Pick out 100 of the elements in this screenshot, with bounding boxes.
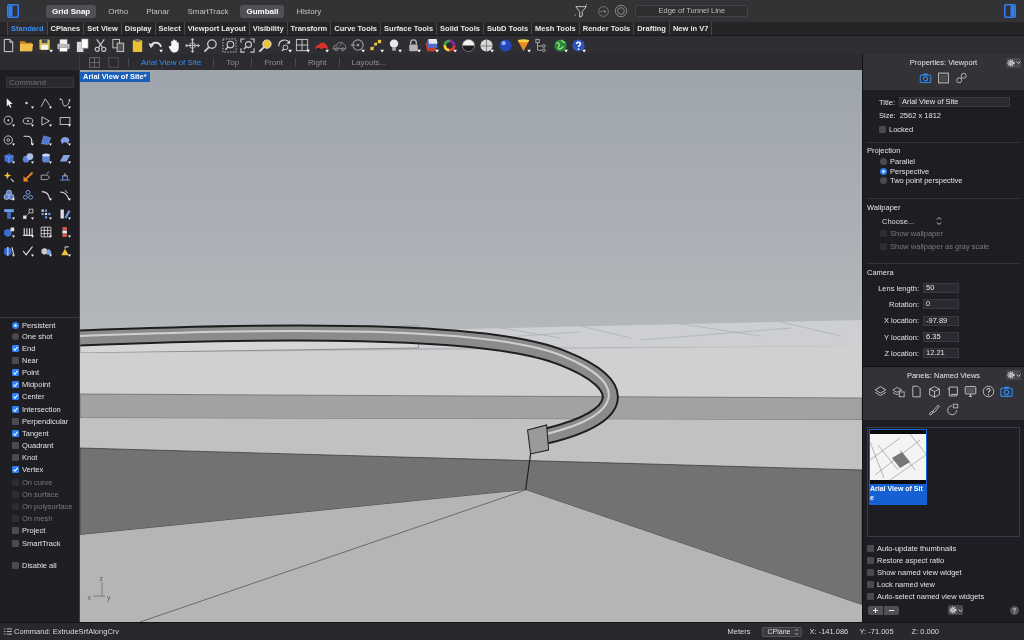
cube-icon[interactable] <box>928 384 941 398</box>
circle-page-icon[interactable] <box>946 402 959 416</box>
monitor-icon[interactable] <box>964 384 977 398</box>
globe-icon[interactable] <box>552 37 568 53</box>
bracket-icon[interactable] <box>58 170 71 183</box>
layers-icon[interactable] <box>424 37 439 53</box>
command-field[interactable]: Command <box>6 77 74 88</box>
box-icon[interactable] <box>3 152 16 165</box>
rotate-view-icon[interactable] <box>276 37 292 53</box>
check-icon[interactable] <box>21 244 34 257</box>
page-icon[interactable] <box>910 384 923 398</box>
checkbox[interactable] <box>12 405 19 413</box>
layers-icon[interactable] <box>874 384 887 398</box>
radio-button[interactable] <box>880 177 887 185</box>
view-tab[interactable]: Layouts... <box>338 57 399 67</box>
grid-icon[interactable] <box>40 226 53 239</box>
checkbox[interactable] <box>12 417 19 425</box>
zoom-window-icon[interactable] <box>221 37 237 53</box>
checkbox[interactable] <box>12 561 19 569</box>
mode-toggle-button[interactable]: Planar <box>140 4 176 18</box>
radio-button[interactable] <box>12 333 19 340</box>
gear-menu-button[interactable] <box>1006 57 1021 68</box>
list-icon[interactable] <box>4 628 12 635</box>
three-circles-icon[interactable] <box>3 189 16 202</box>
view-tab[interactable]: Right <box>294 57 339 67</box>
tag-icon[interactable] <box>40 170 53 183</box>
zoom-icon[interactable] <box>203 37 219 53</box>
camera-icon[interactable] <box>1000 384 1013 398</box>
sphere-icon[interactable] <box>479 37 495 53</box>
checkbox[interactable] <box>12 539 19 547</box>
polyline-icon[interactable] <box>40 96 53 109</box>
rectangle-icon[interactable] <box>58 115 71 128</box>
diagonal-arrow-icon[interactable] <box>21 170 34 183</box>
help-icon[interactable] <box>982 384 995 398</box>
cone-icon[interactable] <box>515 37 531 53</box>
mode-toggle-button[interactable]: Gumball <box>240 4 285 18</box>
add-button[interactable] <box>868 605 883 615</box>
sidebar-toggle-icon[interactable] <box>1004 4 1016 18</box>
mode-toggle-button[interactable]: Grid Snap <box>46 4 97 18</box>
checkbox[interactable] <box>867 544 874 552</box>
half-shaded-sphere-icon[interactable] <box>460 37 476 53</box>
checkbox[interactable] <box>867 556 874 564</box>
remove-button[interactable] <box>884 605 899 615</box>
target-point-icon[interactable] <box>350 37 366 53</box>
checkbox[interactable] <box>12 381 19 389</box>
arc-icon[interactable] <box>40 189 53 202</box>
radio-button[interactable] <box>880 167 887 175</box>
sidebar-toggle-icon[interactable] <box>7 4 19 18</box>
ellipse-icon[interactable] <box>21 115 34 128</box>
radio-button[interactable] <box>12 322 19 329</box>
scale-icon[interactable] <box>21 207 34 220</box>
pages-icon[interactable] <box>74 37 90 53</box>
page-icon[interactable] <box>1 37 16 53</box>
checkbox[interactable] <box>12 368 19 376</box>
light-bulb-icon[interactable] <box>387 37 403 53</box>
fillet-curve-icon[interactable] <box>21 133 34 146</box>
hand-icon[interactable] <box>166 37 182 53</box>
checkbox[interactable] <box>867 592 874 600</box>
cube-block-icon[interactable] <box>3 226 16 239</box>
checkbox[interactable] <box>12 442 19 450</box>
ring-cluster-icon[interactable] <box>21 189 34 202</box>
triangle-icon[interactable] <box>40 115 53 128</box>
mode-toggle-button[interactable]: History <box>290 4 328 18</box>
zoom-selected-icon[interactable] <box>258 37 274 53</box>
gear-menu-button[interactable] <box>948 605 963 615</box>
checkbox[interactable] <box>867 568 874 576</box>
checkbox[interactable] <box>12 429 19 437</box>
chain-link-icon[interactable] <box>955 72 968 84</box>
layer-box-icon[interactable] <box>892 384 905 398</box>
circle-dot-icon[interactable] <box>3 133 16 146</box>
checkbox[interactable] <box>12 356 19 364</box>
checkbox[interactable] <box>867 580 874 588</box>
checkbox[interactable] <box>12 344 19 352</box>
curve-icon[interactable] <box>58 96 71 109</box>
control-points-icon[interactable] <box>368 37 384 53</box>
sparkle-icon[interactable] <box>3 170 16 183</box>
dot-grid-icon[interactable] <box>40 207 53 220</box>
cylinder-icon[interactable] <box>40 152 53 165</box>
copy-icon[interactable] <box>111 37 127 53</box>
help-icon[interactable] <box>1010 605 1019 615</box>
zoom-extents-icon[interactable] <box>240 37 256 53</box>
view-tab[interactable]: Top <box>213 57 252 67</box>
mode-toggle-button[interactable]: Ortho <box>102 4 135 18</box>
checkbox[interactable] <box>12 527 19 535</box>
brush-icon[interactable] <box>928 402 941 416</box>
frame-icon[interactable] <box>937 72 950 84</box>
t-beam-icon[interactable] <box>3 207 16 220</box>
move-arrows-icon[interactable] <box>184 37 200 53</box>
scroll-icon[interactable] <box>946 384 959 398</box>
camera-icon[interactable] <box>919 72 932 84</box>
plane-icon[interactable] <box>58 152 71 165</box>
view-tab[interactable]: Front <box>251 57 295 67</box>
funnel-icon[interactable] <box>574 4 589 18</box>
target-icon[interactable] <box>614 4 629 18</box>
split-arc-icon[interactable] <box>58 189 71 202</box>
ruler-icon[interactable] <box>58 207 71 220</box>
circle-icon[interactable] <box>3 115 16 128</box>
checkbox[interactable] <box>879 125 886 133</box>
glossy-sphere-icon[interactable] <box>497 37 513 53</box>
checkbox[interactable] <box>12 393 19 401</box>
